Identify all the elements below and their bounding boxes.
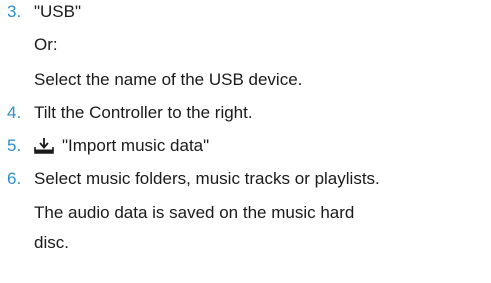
saved-text-2: disc.	[34, 233, 69, 252]
step-number: 6.	[7, 169, 22, 188]
step-text: "Import music data"	[62, 136, 210, 155]
instructions-page: 3. "USB" Or: Select the name of the USB …	[0, 0, 491, 283]
step-number: 3.	[7, 2, 22, 21]
step-number: 4.	[7, 103, 22, 122]
saved-text-1: The audio data is saved on the music har…	[34, 203, 355, 222]
select-usb-text: Select the name of the USB device.	[34, 70, 303, 89]
or-label: Or:	[34, 35, 58, 54]
step-text: Tilt the Controller to the right.	[34, 103, 253, 122]
step-number: 5.	[7, 136, 22, 155]
step-text: "USB"	[34, 2, 82, 21]
import-icon	[34, 137, 54, 155]
step-5: 5. "Import music data"	[0, 134, 491, 158]
step-text: Select music folders, music tracks or pl…	[34, 169, 380, 188]
